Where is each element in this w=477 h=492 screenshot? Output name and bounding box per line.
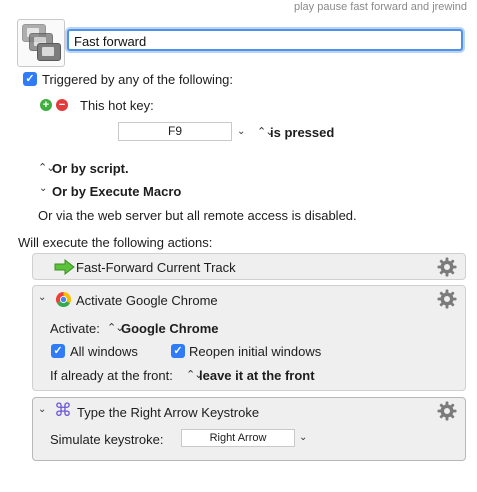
web-server-note: Or via the web server but all remote acc… bbox=[38, 208, 357, 223]
collapse-chevron-icon[interactable]: ⌄ bbox=[38, 404, 46, 415]
reopen-windows-label: Reopen initial windows bbox=[189, 344, 322, 359]
activate-label: Activate: bbox=[50, 321, 100, 336]
or-by-execute-macro-toggle[interactable]: Or by Execute Macro bbox=[52, 184, 181, 199]
hotkey-input[interactable]: F9 bbox=[118, 122, 232, 141]
reopen-windows-checkbox[interactable]: ✓ bbox=[171, 344, 185, 358]
green-arrow-icon bbox=[54, 259, 75, 275]
action-fast-forward[interactable]: Fast-Forward Current Track bbox=[32, 253, 466, 280]
remove-trigger-button[interactable]: − bbox=[56, 99, 68, 111]
hotkey-condition-select[interactable]: is pressed bbox=[270, 125, 334, 140]
front-behavior-select[interactable]: leave it at the front bbox=[199, 368, 315, 383]
all-windows-label: All windows bbox=[70, 344, 138, 359]
action-activate-chrome[interactable]: ⌄ Activate Google Chrome Activate: ⌃⌄ Go… bbox=[32, 285, 466, 391]
add-trigger-button[interactable]: + bbox=[40, 99, 52, 111]
gear-icon[interactable] bbox=[437, 289, 457, 309]
collapse-chevron-icon[interactable]: ⌄ bbox=[38, 292, 46, 303]
triggered-label: Triggered by any of the following: bbox=[42, 72, 234, 87]
gear-icon[interactable] bbox=[437, 401, 457, 421]
macro-tags-text: play pause fast forward and jrewind bbox=[294, 1, 468, 13]
simulate-keystroke-label: Simulate keystroke: bbox=[50, 432, 164, 447]
gear-icon[interactable] bbox=[437, 257, 457, 277]
action-title: Fast-Forward Current Track bbox=[76, 260, 236, 275]
or-by-script-toggle[interactable]: Or by script. bbox=[52, 161, 129, 176]
action-title: Activate Google Chrome bbox=[76, 293, 218, 308]
front-label: If already at the front: bbox=[50, 368, 173, 383]
simulate-chevron-down-icon[interactable]: ⌄ bbox=[299, 432, 307, 443]
macro-name-input[interactable]: Fast forward bbox=[67, 29, 463, 51]
hotkey-label: This hot key: bbox=[80, 98, 154, 113]
command-key-icon: ⌘ bbox=[54, 400, 72, 420]
keyboard-stack-icon[interactable] bbox=[17, 19, 65, 67]
all-windows-checkbox[interactable]: ✓ bbox=[51, 344, 65, 358]
execute-macro-chevron-down-icon[interactable]: ⌄ bbox=[39, 183, 47, 194]
hotkey-chevron-down-icon[interactable]: ⌄ bbox=[237, 126, 245, 137]
triggered-checkbox[interactable]: ✓ bbox=[23, 72, 37, 86]
action-title: Type the Right Arrow Keystroke bbox=[77, 405, 260, 420]
chrome-icon bbox=[56, 292, 71, 307]
simulate-keystroke-input[interactable]: Right Arrow bbox=[181, 429, 295, 447]
actions-heading: Will execute the following actions: bbox=[18, 235, 213, 250]
activate-app-select[interactable]: Google Chrome bbox=[121, 321, 219, 336]
